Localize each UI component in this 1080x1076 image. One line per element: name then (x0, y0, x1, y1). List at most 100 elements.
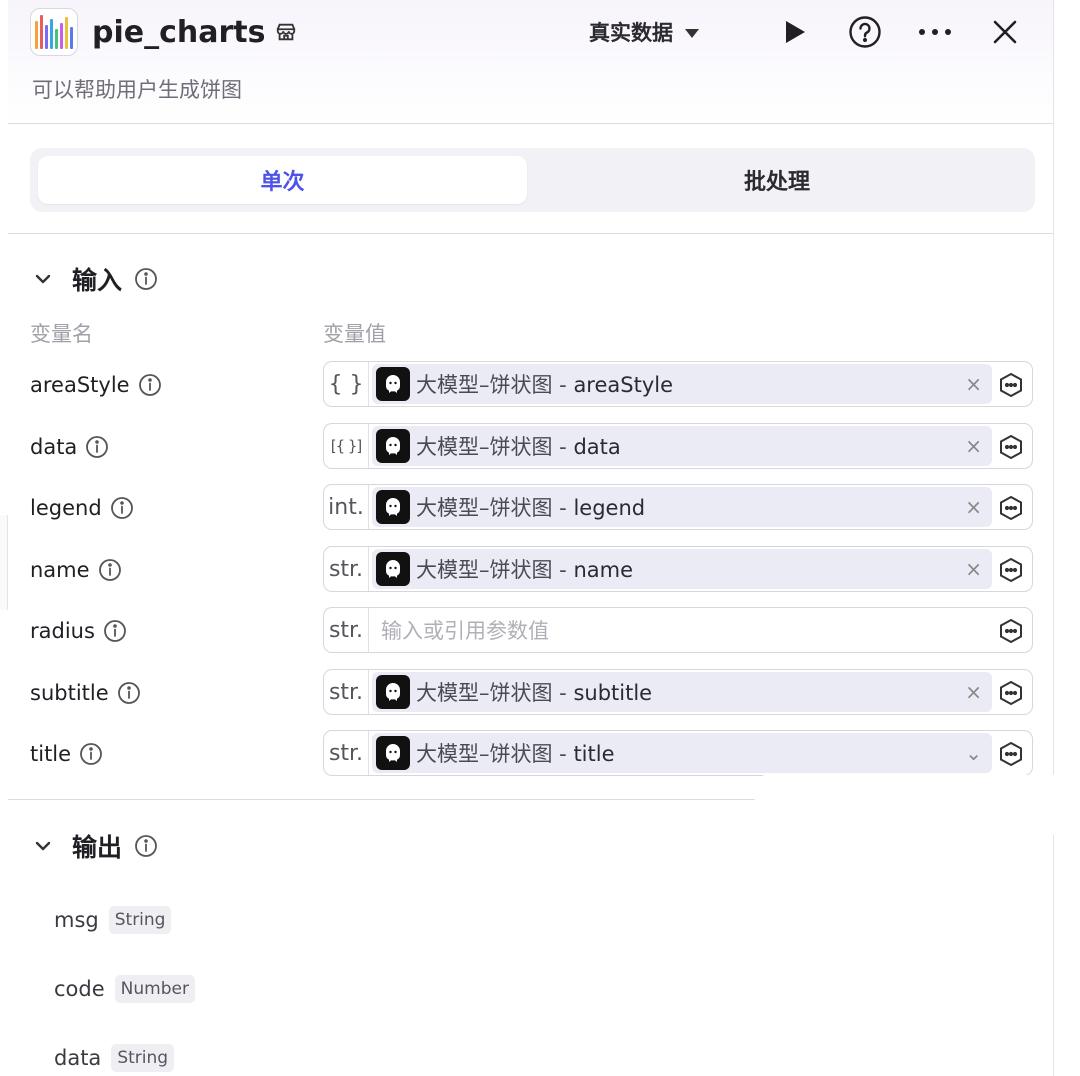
type-tag-str: str. (324, 608, 369, 652)
column-header-value: 变量值 (323, 322, 386, 346)
clear-reference-icon[interactable]: × (965, 372, 982, 396)
param-value-field[interactable]: { } 大模型–饼状图 - areaStyle × (323, 361, 1033, 407)
info-icon[interactable] (134, 267, 158, 291)
chevron-down-icon (35, 274, 51, 284)
output-section-title: 输出 (72, 833, 123, 862)
param-name: name (30, 558, 90, 582)
chevron-down-icon (35, 841, 51, 851)
reference-variable: title (573, 742, 615, 766)
help-button[interactable] (845, 12, 885, 52)
tab-batch[interactable]: 批处理 (527, 156, 1027, 204)
reference-source: 大模型–饼状图 - (416, 558, 574, 582)
run-button[interactable] (775, 12, 815, 52)
reference-text: 大模型–饼状图 - subtitle (416, 677, 652, 707)
param-label: radius (30, 607, 127, 655)
info-icon[interactable] (79, 742, 103, 766)
reference-text: 大模型–饼状图 - data (416, 431, 621, 461)
data-mode-label: 真实数据 (589, 21, 673, 45)
clear-reference-icon[interactable]: × (965, 680, 982, 704)
reference-text: 大模型–饼状图 - title (416, 738, 615, 768)
reference-source: 大模型–饼状图 - (416, 742, 574, 766)
run-mode-tabs: 单次 批处理 (30, 148, 1035, 212)
variable-hex-icon[interactable] (998, 495, 1024, 521)
reference-variable: subtitle (573, 681, 653, 705)
column-header-name: 变量名 (30, 322, 93, 346)
input-row-areastyle: areaStyle { } 大模型–饼状图 - areaStyle × (8, 361, 1054, 409)
bar-chart-logo-icon (30, 8, 78, 56)
output-field-name: code (54, 977, 105, 1001)
variable-hex-icon[interactable] (998, 434, 1024, 460)
param-value-field[interactable]: str. 大模型–饼状图 - title ⌄ (323, 730, 1033, 776)
output-section-header[interactable]: 输出 (34, 829, 158, 863)
param-value-field[interactable]: str. 大模型–饼状图 - subtitle × (323, 669, 1033, 715)
param-name: areaStyle (30, 373, 130, 397)
caret-down-icon (685, 28, 699, 38)
info-icon[interactable] (103, 619, 127, 643)
run-mode-tabs-area: 单次 批处理 (8, 124, 1053, 234)
tab-single[interactable]: 单次 (38, 156, 527, 204)
variable-hex-icon[interactable] (998, 557, 1024, 583)
bot-avatar-icon (376, 429, 410, 463)
variable-hex-icon[interactable] (998, 372, 1024, 398)
reference-chip[interactable]: 大模型–饼状图 - title ⌄ (372, 733, 992, 773)
input-section-header[interactable]: 输入 (34, 262, 158, 296)
plugin-title: pie_charts (92, 10, 297, 54)
play-icon (786, 21, 805, 43)
close-button[interactable] (985, 12, 1025, 52)
more-button[interactable] (915, 12, 955, 52)
variable-hex-icon[interactable] (998, 741, 1024, 767)
info-icon[interactable] (85, 435, 109, 459)
param-label: title (30, 730, 103, 778)
output-field-type: String (108, 906, 172, 934)
variable-hex-icon[interactable] (998, 680, 1024, 706)
panel-header: pie_charts 可以帮助用户生成饼图 真实数据 (8, 0, 1053, 124)
param-name: subtitle (30, 681, 109, 705)
info-icon[interactable] (110, 496, 134, 520)
header-actions: 真实数据 (589, 12, 1025, 52)
param-name: legend (30, 496, 102, 520)
reference-chip[interactable]: 大模型–饼状图 - legend × (372, 487, 992, 527)
clear-reference-icon[interactable]: × (965, 557, 982, 581)
reference-text: 大模型–饼状图 - name (416, 554, 633, 584)
param-value-field[interactable]: int. 大模型–饼状图 - legend × (323, 484, 1033, 530)
clear-reference-icon[interactable]: × (965, 434, 982, 458)
variable-hex-icon[interactable] (998, 618, 1024, 644)
info-icon[interactable] (98, 558, 122, 582)
clear-reference-icon[interactable]: ⌄ (965, 741, 982, 765)
type-tag-int: int. (324, 485, 369, 529)
param-value-field[interactable]: str. 大模型–饼状图 - name × (323, 546, 1033, 592)
param-name: data (30, 435, 78, 459)
input-row-name: name str. 大模型–饼状图 - name × (8, 546, 1054, 594)
info-icon[interactable] (134, 834, 158, 858)
section-divider (8, 799, 755, 800)
help-circle-icon (849, 16, 881, 48)
input-placeholder: 输入或引用参数值 (381, 619, 549, 643)
plugin-test-panel: pie_charts 可以帮助用户生成饼图 真实数据 单次 批处理 输入 变量名… (8, 0, 1063, 1076)
input-row-legend: legend int. 大模型–饼状图 - legend × (8, 484, 1054, 532)
radius-value-input[interactable]: str. 输入或引用参数值 (323, 607, 1033, 653)
output-field-name: msg (54, 908, 99, 932)
output-field-name: data (54, 1046, 102, 1070)
overlay-mask (763, 775, 1063, 835)
reference-source: 大模型–饼状图 - (416, 496, 574, 520)
bot-avatar-icon (376, 490, 410, 524)
reference-chip[interactable]: 大模型–饼状图 - name × (372, 549, 992, 589)
clear-reference-icon[interactable]: × (965, 495, 982, 519)
info-icon[interactable] (138, 373, 162, 397)
reference-chip[interactable]: 大模型–饼状图 - data × (372, 426, 992, 466)
data-mode-dropdown[interactable]: 真实数据 (589, 17, 699, 47)
bot-avatar-icon (376, 736, 410, 770)
reference-chip[interactable]: 大模型–饼状图 - subtitle × (372, 672, 992, 712)
info-icon[interactable] (117, 681, 141, 705)
type-tag-object: { } (324, 362, 369, 406)
type-tag-str: str. (324, 547, 369, 591)
reference-chip[interactable]: 大模型–饼状图 - areaStyle × (372, 364, 992, 404)
reference-variable: data (573, 435, 621, 459)
param-label: legend (30, 484, 134, 532)
store-icon[interactable] (275, 21, 297, 43)
param-value-field[interactable]: [{ }] 大模型–饼状图 - data × (323, 423, 1033, 469)
reference-text: 大模型–饼状图 - legend (416, 492, 645, 522)
close-icon (993, 20, 1017, 44)
param-label: data (30, 423, 109, 471)
param-label: subtitle (30, 669, 141, 717)
